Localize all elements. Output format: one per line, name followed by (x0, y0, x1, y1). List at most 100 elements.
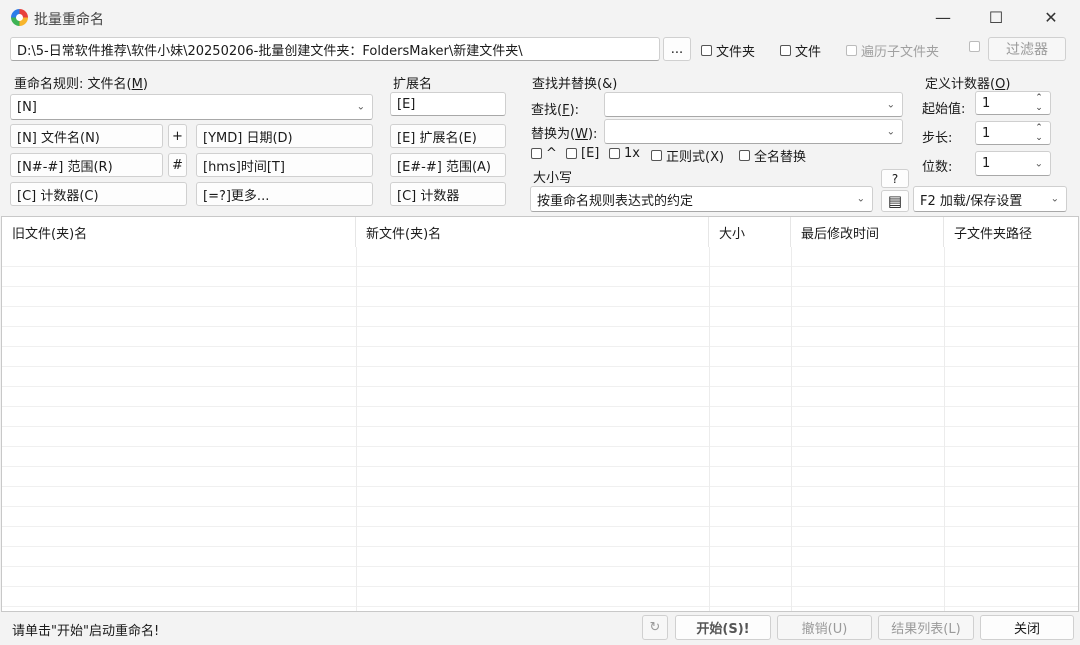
checkbox-box[interactable] (651, 150, 662, 161)
refresh-icon: ↻ (649, 620, 661, 635)
chevron-down-icon: ⌄ (1050, 193, 1059, 205)
checkbox-box[interactable] (701, 45, 712, 56)
case-header: 大小写 (533, 171, 573, 186)
find-input[interactable]: ⌄ (604, 92, 903, 117)
replace-label-key: W (575, 127, 588, 142)
close-window-button[interactable]: ✕ (1028, 0, 1074, 34)
counter-header-suffix: ) (1005, 77, 1011, 92)
undo-button[interactable]: 撤销(U) (777, 615, 872, 640)
checkbox-box[interactable] (969, 41, 980, 52)
minimize-button[interactable]: — (920, 0, 966, 34)
start-value: 1 (982, 95, 991, 111)
replace-label: 替换为(W): (531, 123, 597, 142)
column-modified-time[interactable]: 最后修改时间 (791, 217, 944, 247)
step-stepper[interactable]: 1 ⌃ ⌄ (975, 121, 1051, 145)
rename-header-prefix: 重命名规则: 文件名( (14, 77, 132, 92)
window-title: 批量重命名 (34, 12, 104, 28)
column-new-name[interactable]: 新文件(夹)名 (356, 217, 709, 247)
more-button[interactable]: [=?]更多... (196, 182, 373, 206)
chevron-down-icon: ⌄ (856, 193, 865, 205)
ext-checkbox[interactable]: [E] (566, 146, 599, 161)
regex-checkbox-label: 正则式(X) (666, 150, 725, 165)
digits-select[interactable]: 1 ⌄ (975, 151, 1051, 176)
checkbox-box[interactable] (531, 148, 542, 159)
spinner-arrows-icon[interactable]: ⌃ ⌄ (1033, 93, 1045, 113)
app-logo-icon (11, 9, 28, 26)
insert-time-button[interactable]: [hms]时间[T] (196, 153, 373, 177)
column-subfolder-path[interactable]: 子文件夹路径 (944, 217, 1078, 247)
insert-counter-button[interactable]: [C] 计数器(C) (10, 182, 187, 206)
close-button[interactable]: 关闭 (980, 615, 1074, 640)
status-bar: 请单击"开始"启动重命名! ↻ 开始(S)! 撤销(U) 结果列表(L) 关闭 (0, 612, 1080, 645)
extension-range-button[interactable]: [E#-#] 范围(A) (390, 153, 506, 177)
replace-label-prefix: 替换为( (531, 127, 576, 142)
rename-rules-header: 重命名规则: 文件名(M) (14, 73, 148, 92)
column-divider (944, 247, 945, 611)
file-checkbox-label: 文件 (795, 45, 822, 60)
plus-button[interactable]: + (168, 124, 187, 148)
insert-date-button[interactable]: [YMD] 日期(D) (196, 124, 373, 148)
ext-checkbox-label: [E] (581, 146, 600, 161)
rename-rule-select[interactable]: [N] ⌄ (10, 94, 373, 120)
spinner-arrows-icon[interactable]: ⌃ ⌄ (1033, 123, 1045, 143)
find-label-prefix: 查找( (531, 103, 563, 118)
filter-button[interactable]: 过滤器 (988, 37, 1066, 61)
help-button[interactable]: ? (881, 169, 909, 188)
file-list[interactable]: 旧文件(夹)名 新文件(夹)名 大小 最后修改时间 子文件夹路径 (1, 216, 1079, 612)
fullname-checkbox[interactable]: 全名替换 (739, 146, 806, 165)
file-checkbox[interactable]: 文件 (780, 41, 821, 60)
insert-filename-button[interactable]: [N] 文件名(N) (10, 124, 163, 148)
checkbox-box[interactable] (780, 45, 791, 56)
list-header: 旧文件(夹)名 新文件(夹)名 大小 最后修改时间 子文件夹路径 (2, 217, 1078, 247)
column-size[interactable]: 大小 (709, 217, 791, 247)
insert-extension-button[interactable]: [E] 扩展名(E) (390, 124, 506, 148)
status-message: 请单击"开始"启动重命名! (12, 624, 160, 639)
chevron-down-icon: ⌄ (886, 126, 895, 137)
folder-checkbox-label: 文件夹 (716, 45, 756, 60)
extension-input[interactable]: [E] (390, 92, 506, 116)
caret-checkbox-label: ^ (546, 146, 557, 161)
find-label-key: F (562, 103, 570, 118)
checkbox-box[interactable] (739, 150, 750, 161)
settings-select[interactable]: F2 加载/保存设置 ⌄ (913, 186, 1067, 212)
settings-label: F2 加载/保存设置 (920, 193, 1023, 209)
path-input[interactable]: D:\5-日常软件推荐\软件小妹\20250206-批量创建文件夹：Folder… (10, 37, 660, 61)
subfolder-checkbox[interactable]: 遍历子文件夹 (846, 41, 939, 60)
column-divider (709, 247, 710, 611)
results-list-button[interactable]: 结果列表(L) (878, 615, 974, 640)
find-label: 查找(F): (531, 99, 579, 118)
once-checkbox[interactable]: 1x (609, 146, 640, 161)
digits-value: 1 (982, 156, 991, 171)
regex-checkbox[interactable]: 正则式(X) (651, 146, 724, 165)
rename-header-key: M (131, 77, 143, 92)
refresh-button[interactable]: ↻ (642, 615, 668, 640)
document-icon: ▤ (887, 192, 903, 210)
browse-button[interactable]: ... (663, 37, 691, 61)
checkbox-box[interactable] (609, 148, 620, 159)
rename-rule-value: [N] (17, 99, 37, 115)
checkbox-box[interactable] (846, 45, 857, 56)
start-button[interactable]: 开始(S)! (675, 615, 771, 640)
caret-checkbox[interactable]: ^ (531, 146, 557, 161)
hash-button[interactable]: # (168, 153, 187, 177)
filter-checkbox[interactable] (969, 41, 984, 52)
insert-range-button[interactable]: [N#-#] 范围(R) (10, 153, 163, 177)
replace-input[interactable]: ⌄ (604, 119, 903, 144)
folder-checkbox[interactable]: 文件夹 (701, 41, 755, 60)
extension-counter-button[interactable]: [C] 计数器 (390, 182, 506, 206)
counter-header-key: O (995, 77, 1006, 92)
counter-header: 定义计数器(O) (925, 73, 1010, 92)
case-select[interactable]: 按重命名规则表达式的约定 ⌄ (530, 186, 873, 212)
start-value-label: 起始值: (922, 102, 966, 117)
clipboard-button[interactable]: ▤ (881, 190, 909, 212)
subfolder-checkbox-label: 遍历子文件夹 (861, 45, 940, 60)
start-value-stepper[interactable]: 1 ⌃ ⌄ (975, 91, 1051, 115)
chevron-down-icon: ⌄ (356, 101, 365, 113)
maximize-button[interactable]: ☐ (973, 0, 1019, 34)
once-checkbox-label: 1x (624, 146, 640, 161)
column-old-name[interactable]: 旧文件(夹)名 (2, 217, 356, 247)
checkbox-box[interactable] (566, 148, 577, 159)
digits-label: 位数: (922, 160, 953, 175)
rename-header-suffix: ) (142, 77, 148, 92)
find-replace-header: 查找并替换(&) (532, 77, 618, 92)
